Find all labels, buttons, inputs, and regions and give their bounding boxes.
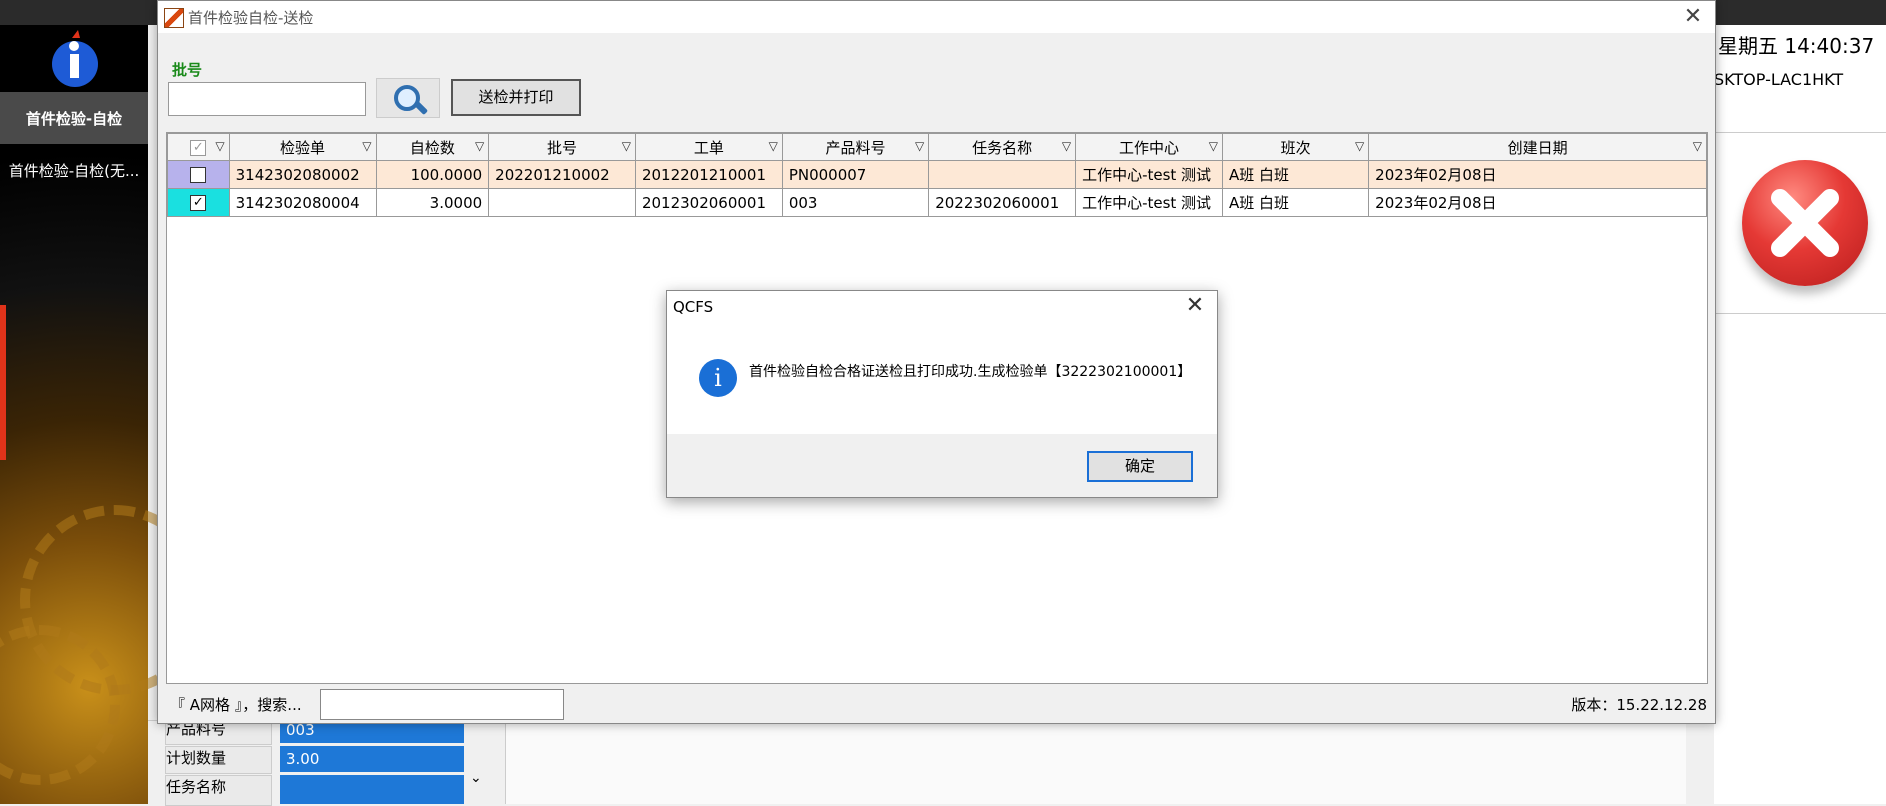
column-header[interactable]: 自检数 ▽ <box>375 133 490 161</box>
filter-icon[interactable]: ▽ <box>475 139 484 153</box>
column-header-text: 班次 <box>1280 138 1311 157</box>
sidebar-accent-bar <box>0 305 6 460</box>
filter-icon[interactable]: ▽ <box>1062 139 1071 153</box>
field-label-task-name: 任务名称 <box>165 775 272 806</box>
table-cell[interactable] <box>488 188 636 217</box>
host-name: SKTOP-LAC1HKT <box>1714 70 1844 89</box>
table-cell[interactable]: 003 <box>781 188 930 217</box>
app-logo-icon <box>52 30 98 87</box>
table-cell[interactable]: 工作中心-test 测试 <box>1075 188 1223 217</box>
table-cell[interactable]: 2012201210001 <box>634 160 783 189</box>
table-cell[interactable]: A班 白班 <box>1221 160 1370 189</box>
row-select-cell[interactable]: ✓ <box>167 188 230 217</box>
field-label-plan-qty: 计划数量 <box>165 746 272 774</box>
nav-item-first-article-self-check[interactable]: 首件检验-自检 <box>0 92 148 144</box>
dialog-footer: 确定 <box>667 434 1217 497</box>
filter-icon[interactable]: ▽ <box>215 139 224 153</box>
table-cell[interactable]: 202201210002 <box>488 160 636 189</box>
window-title: 首件检验自检-送检 <box>188 9 314 27</box>
filter-icon[interactable]: ▽ <box>769 139 778 153</box>
table-cell[interactable]: 2022302060001 <box>928 188 1077 217</box>
column-header-text: 工作中心 <box>1119 138 1180 157</box>
search-icon-handle <box>413 100 429 116</box>
filter-icon[interactable]: ▽ <box>622 139 631 153</box>
table-row[interactable]: ✓ 3142302080004 3.0000 2012302060001 003… <box>167 188 1707 217</box>
column-header[interactable]: 工单 ▽ <box>634 133 783 161</box>
close-icon[interactable] <box>1742 160 1868 286</box>
table-cell[interactable]: A班 白班 <box>1221 188 1370 217</box>
select-all-checkbox[interactable]: ✓ <box>190 139 207 156</box>
x-mark-icon <box>1771 189 1839 257</box>
window-icon <box>164 8 184 28</box>
filter-icon[interactable]: ▽ <box>1209 139 1218 153</box>
status-bar: 『 A网格 』，搜索... 版本：15.22.12.28 <box>158 687 1715 721</box>
field-label-text: 任务名称 <box>166 778 227 796</box>
clock: 星期五 14:40:37 <box>1718 34 1875 58</box>
dialog-message: 首件检验自检合格证送检且打印成功.生成检验单【3222302100001】 <box>749 364 1192 380</box>
column-header-text: 检验单 <box>280 138 326 157</box>
table-cell[interactable]: 3142302080004 <box>228 188 377 217</box>
filter-icon[interactable]: ▽ <box>1355 139 1364 153</box>
nav-item-first-article-self-check-no[interactable]: 首件检验-自检(无... <box>0 160 148 181</box>
table-cell[interactable]: 2023年02月08日 <box>1368 188 1707 217</box>
filter-icon[interactable]: ▽ <box>362 139 371 153</box>
column-header[interactable]: 检验单 ▽ <box>228 133 377 161</box>
column-header-text: 批号 <box>547 138 578 157</box>
column-header-text: 任务名称 <box>972 138 1033 157</box>
column-header[interactable]: 任务名称 ▽ <box>928 133 1077 161</box>
info-icon: i <box>699 359 737 397</box>
dialog-title: QCFS <box>673 298 714 316</box>
search-button[interactable] <box>376 78 440 118</box>
message-dialog: QCFS ✕ i 首件检验自检合格证送检且打印成功.生成检验单【32223021… <box>666 290 1218 498</box>
filter-icon[interactable]: ▽ <box>1693 139 1702 153</box>
table-cell[interactable]: 3142302080002 <box>228 160 377 189</box>
select-all-header[interactable]: ✓ ▽ <box>167 133 230 161</box>
row-checkbox-checked[interactable]: ✓ <box>190 195 207 211</box>
table-cell[interactable]: 2023年02月08日 <box>1368 160 1707 189</box>
column-header[interactable]: 创建日期 ▽ <box>1368 133 1707 161</box>
table-cell[interactable] <box>928 160 1077 189</box>
divider <box>1714 313 1886 314</box>
ok-button[interactable]: 确定 <box>1087 451 1193 482</box>
column-header[interactable]: 产品料号 ▽ <box>781 133 930 161</box>
table-cell[interactable]: 3.0000 <box>375 188 490 217</box>
column-header-text: 工单 <box>693 138 724 157</box>
close-icon[interactable]: ✕ <box>1181 293 1209 318</box>
field-value-task-name[interactable] <box>280 775 464 804</box>
field-label-text: 计划数量 <box>166 749 227 767</box>
batch-label: 批号 <box>172 61 203 79</box>
row-checkbox[interactable] <box>190 167 207 183</box>
divider <box>1714 132 1886 133</box>
chevron-down-icon[interactable]: ⌄ <box>470 770 482 786</box>
grid-search-input[interactable] <box>320 689 564 720</box>
row-select-cell[interactable] <box>167 160 230 189</box>
inspection-table: ✓ ▽ 检验单 ▽ 自检数 ▽ 批号 ▽ 工单 ▽ 产品料号 ▽ 任务名称 ▽ 工作中心 ▽ 班… <box>167 133 1707 217</box>
column-header[interactable]: 工作中心 ▽ <box>1075 133 1223 161</box>
column-header-text: 产品料号 <box>825 138 886 157</box>
column-header-text: 自检数 <box>409 138 455 157</box>
close-icon[interactable]: ✕ <box>1679 3 1707 31</box>
grid-search-label: 『 A网格 』，搜索... <box>170 696 302 714</box>
table-header: ✓ ▽ 检验单 ▽ 自检数 ▽ 批号 ▽ 工单 ▽ 产品料号 ▽ 任务名称 ▽ 工作中心 ▽ 班… <box>167 133 1707 161</box>
window-title-bar: 首件检验自检-送检 ✕ <box>158 1 1715 33</box>
field-value-plan-qty[interactable]: 3.00 <box>280 746 464 772</box>
right-panel <box>1714 25 1886 804</box>
column-header-text: 创建日期 <box>1507 138 1568 157</box>
version-label: 版本：15.22.12.28 <box>1571 696 1707 714</box>
batch-input[interactable] <box>168 82 366 116</box>
background-detail-panel <box>505 720 1686 804</box>
table-row[interactable]: 3142302080002 100.0000 202201210002 2012… <box>167 160 1707 189</box>
submit-and-print-button[interactable]: 送检并打印 <box>451 79 581 116</box>
filter-icon[interactable]: ▽ <box>915 139 924 153</box>
table-cell[interactable]: 2012302060001 <box>634 188 783 217</box>
table-cell[interactable]: 100.0000 <box>375 160 490 189</box>
table-cell[interactable]: PN000007 <box>781 160 930 189</box>
column-header[interactable]: 批号 ▽ <box>488 133 636 161</box>
column-header[interactable]: 班次 ▽ <box>1221 133 1370 161</box>
table-cell[interactable]: 工作中心-test 测试 <box>1075 160 1223 189</box>
